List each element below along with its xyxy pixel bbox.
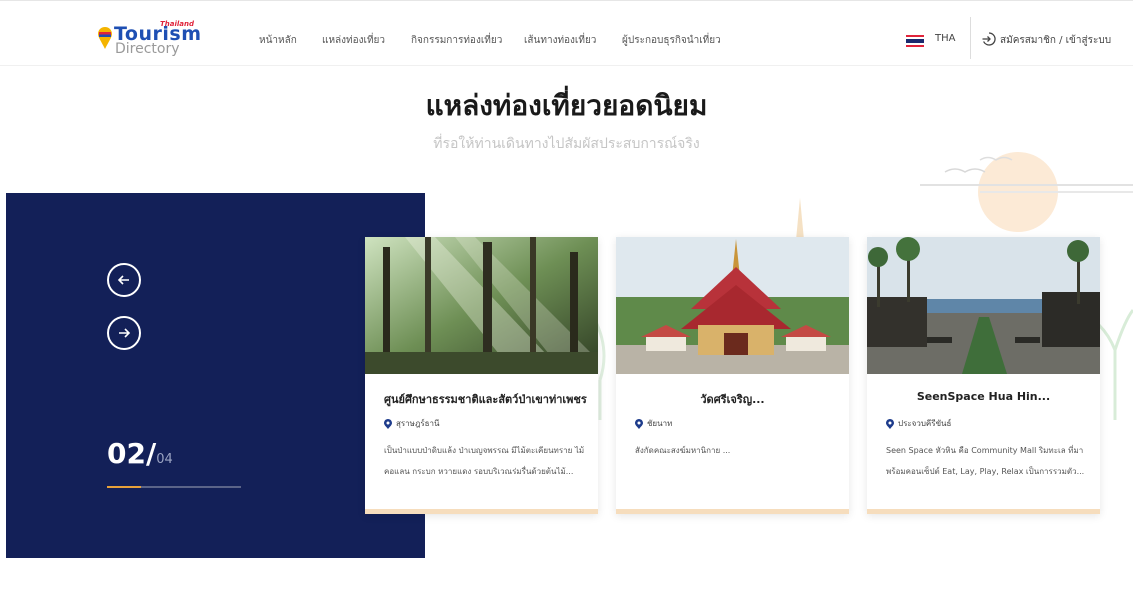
attraction-card[interactable]: SeenSpace Hua Hin... ประจวบคีรีขันธ์ See… <box>867 237 1100 514</box>
login-register-link[interactable]: สมัครสมาชิก / เข้าสู่ระบบ <box>1000 33 1111 48</box>
attraction-card[interactable]: วัดศรีเจริญ... ชัยนาท สังกัดคณะสงฆ์มหานิ… <box>616 237 849 514</box>
nav-item-activities[interactable]: กิจกรรมการท่องเที่ยว <box>411 33 502 48</box>
section-title: แหล่งท่องเที่ยวยอดนิยม <box>425 89 708 122</box>
prev-slide-button[interactable] <box>107 263 141 297</box>
card-title[interactable]: ศูนย์ศึกษาธรรมชาติและสัตว์ป่าเขาท่าเพชร <box>384 390 587 408</box>
card-title[interactable]: วัดศรีเจริญ... <box>616 390 849 408</box>
slide-progress-fill <box>107 486 141 488</box>
language-selector[interactable]: THA <box>935 33 955 44</box>
logo-directory-text: Directory <box>115 41 180 57</box>
page: Thailand Tourism Directory หน้าหลัก แหล่… <box>0 0 1133 594</box>
card-location: สุราษฎร์ธานี <box>384 417 439 430</box>
slider-control-panel: 02/04 <box>6 193 425 558</box>
nav-item-tour-operators[interactable]: ผู้ประกอบธุรกิจนำเที่ยว <box>622 33 721 48</box>
card-description: เป็นป่าแบบป่าดิบแล้ง ป่าเบญจพรรณ มีไม้ตะ… <box>384 446 585 476</box>
logo-pin-icon <box>98 27 112 49</box>
card-location: ประจวบคีรีขันธ์ <box>886 417 951 430</box>
attraction-card[interactable]: ศูนย์ศึกษาธรรมชาติและสัตว์ป่าเขาท่าเพชร … <box>365 237 598 514</box>
location-pin-icon <box>886 418 894 429</box>
tourism-directory-logo[interactable]: Thailand Tourism Directory <box>98 20 201 57</box>
nav-item-home[interactable]: หน้าหลัก <box>259 33 297 48</box>
location-pin-icon <box>384 418 392 429</box>
arrow-left-circle-icon <box>117 275 129 285</box>
login-icon[interactable] <box>982 32 996 46</box>
forest-photo <box>365 237 598 374</box>
nav-item-attractions[interactable]: แหล่งท่องเที่ยว <box>322 33 385 48</box>
slide-total: 04 <box>156 452 173 467</box>
beach-mall-photo <box>867 237 1100 374</box>
card-location-text: ประจวบคีรีขันธ์ <box>898 419 952 428</box>
next-slide-button[interactable] <box>107 316 141 350</box>
thai-flag-icon[interactable] <box>906 35 924 47</box>
card-description: สังกัดคณะสงฆ์มหานิกาย ... <box>635 446 731 455</box>
temple-photo <box>616 237 849 374</box>
card-location-text: ชัยนาท <box>647 419 673 428</box>
slide-counter: 02/04 <box>107 437 173 470</box>
slide-current: 02/ <box>107 437 157 470</box>
location-pin-icon <box>635 418 643 429</box>
card-description: Seen Space หัวหิน คือ Community Mall ริม… <box>886 446 1085 476</box>
arrow-right-circle-icon <box>119 328 131 338</box>
card-location-text: สุราษฎร์ธานี <box>396 419 440 428</box>
nav-item-routes[interactable]: เส้นทางท่องเที่ยว <box>524 33 596 48</box>
top-navigation: Thailand Tourism Directory หน้าหลัก แหล่… <box>0 0 1133 66</box>
slide-progress-bar <box>107 486 241 488</box>
nav-divider <box>970 17 971 59</box>
card-location: ชัยนาท <box>635 417 672 430</box>
card-title[interactable]: SeenSpace Hua Hin... <box>867 390 1100 403</box>
